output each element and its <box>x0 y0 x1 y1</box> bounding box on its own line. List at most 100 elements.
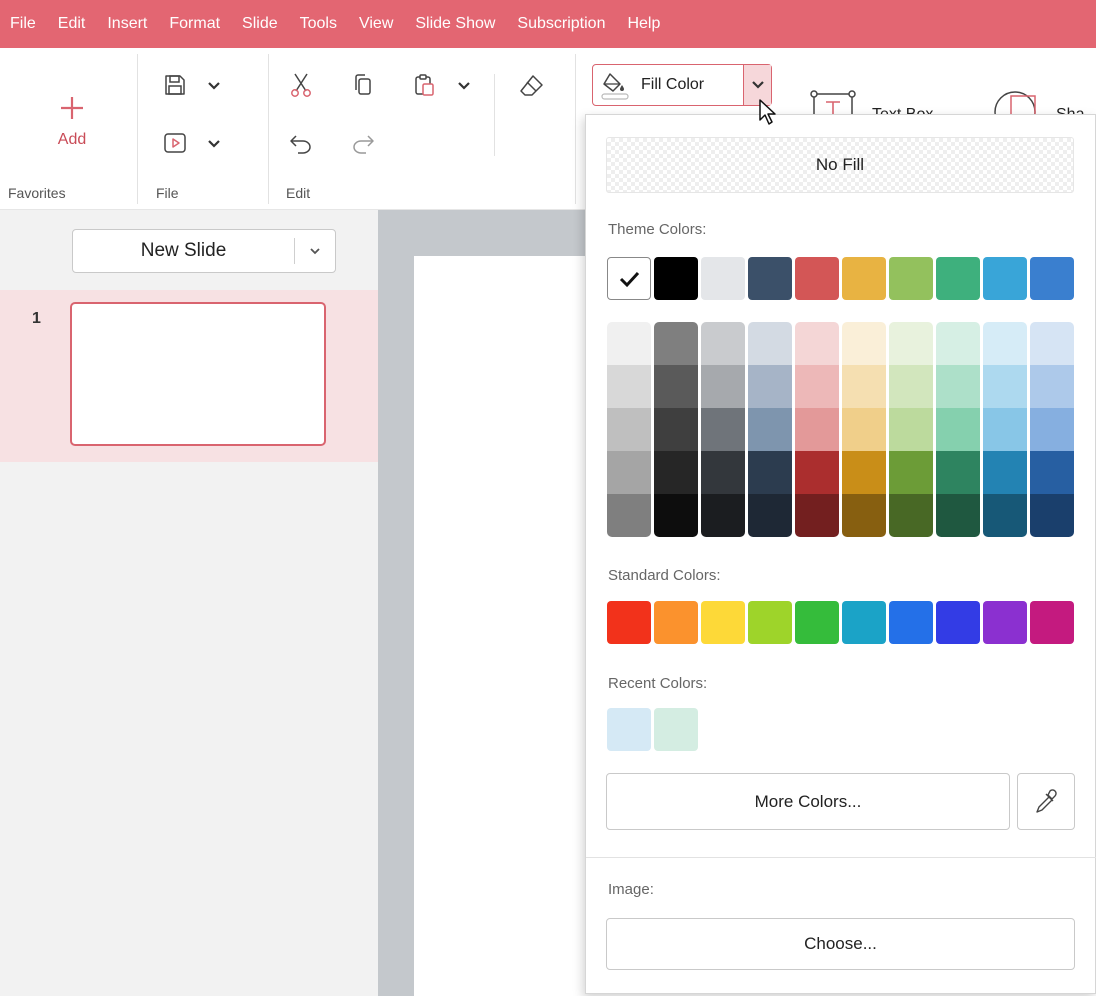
paste-options-dropdown[interactable] <box>454 76 474 96</box>
shade-color-swatch[interactable] <box>1030 365 1074 408</box>
shade-color-swatch[interactable] <box>607 451 651 494</box>
menu-help[interactable]: Help <box>627 15 660 33</box>
cut-button[interactable] <box>286 70 316 100</box>
shade-color-swatch[interactable] <box>795 494 839 537</box>
theme-color-swatch[interactable] <box>701 257 745 300</box>
save-button[interactable] <box>160 70 190 100</box>
shade-color-swatch[interactable] <box>936 365 980 408</box>
menu-edit[interactable]: Edit <box>58 15 86 33</box>
slide-thumbnail[interactable] <box>70 302 326 446</box>
new-slide-button[interactable]: New Slide <box>72 229 336 273</box>
shade-color-swatch[interactable] <box>1030 451 1074 494</box>
theme-color-swatch[interactable] <box>983 257 1027 300</box>
shade-color-swatch[interactable] <box>748 494 792 537</box>
shade-color-swatch[interactable] <box>701 365 745 408</box>
recent-color-swatch[interactable] <box>607 708 651 751</box>
shade-color-swatch[interactable] <box>654 451 698 494</box>
shade-color-swatch[interactable] <box>701 408 745 451</box>
shade-color-swatch[interactable] <box>842 494 886 537</box>
eyedropper-button[interactable] <box>1017 773 1075 830</box>
shade-color-swatch[interactable] <box>983 365 1027 408</box>
undo-button[interactable] <box>286 128 316 158</box>
shade-color-swatch[interactable] <box>701 494 745 537</box>
theme-color-swatch[interactable] <box>842 257 886 300</box>
shade-color-swatch[interactable] <box>983 451 1027 494</box>
standard-color-swatch[interactable] <box>936 601 980 644</box>
standard-color-swatch[interactable] <box>607 601 651 644</box>
shade-color-swatch[interactable] <box>748 451 792 494</box>
theme-color-swatch[interactable] <box>607 257 651 300</box>
shade-color-swatch[interactable] <box>795 451 839 494</box>
new-slide-layout-dropdown[interactable] <box>295 247 335 255</box>
recent-color-swatch[interactable] <box>654 708 698 751</box>
menu-view[interactable]: View <box>359 15 393 33</box>
menu-file[interactable]: File <box>10 15 36 33</box>
shade-color-swatch[interactable] <box>936 494 980 537</box>
shade-color-swatch[interactable] <box>842 451 886 494</box>
standard-color-swatch[interactable] <box>889 601 933 644</box>
menu-tools[interactable]: Tools <box>300 15 337 33</box>
shade-color-swatch[interactable] <box>1030 322 1074 365</box>
present-options-dropdown[interactable] <box>204 134 224 154</box>
theme-color-swatch[interactable] <box>748 257 792 300</box>
shade-color-swatch[interactable] <box>889 365 933 408</box>
shade-color-swatch[interactable] <box>936 451 980 494</box>
shade-color-swatch[interactable] <box>842 322 886 365</box>
shade-color-swatch[interactable] <box>842 365 886 408</box>
theme-color-swatch[interactable] <box>936 257 980 300</box>
shade-color-swatch[interactable] <box>748 408 792 451</box>
shade-color-swatch[interactable] <box>842 408 886 451</box>
theme-color-swatch[interactable] <box>654 257 698 300</box>
theme-color-swatch[interactable] <box>889 257 933 300</box>
shade-color-swatch[interactable] <box>889 322 933 365</box>
shade-color-swatch[interactable] <box>936 408 980 451</box>
shade-color-swatch[interactable] <box>654 494 698 537</box>
standard-color-swatch[interactable] <box>842 601 886 644</box>
standard-color-swatch[interactable] <box>701 601 745 644</box>
theme-color-swatch[interactable] <box>1030 257 1074 300</box>
shade-color-swatch[interactable] <box>983 408 1027 451</box>
shade-color-swatch[interactable] <box>795 322 839 365</box>
no-fill-button[interactable]: No Fill <box>606 137 1074 193</box>
standard-color-swatch[interactable] <box>795 601 839 644</box>
standard-color-swatch[interactable] <box>1030 601 1074 644</box>
redo-button[interactable] <box>348 128 378 158</box>
shade-color-swatch[interactable] <box>889 451 933 494</box>
standard-color-swatch[interactable] <box>748 601 792 644</box>
fill-color-apply[interactable]: Fill Color <box>593 65 743 105</box>
shade-color-swatch[interactable] <box>607 408 651 451</box>
shade-color-swatch[interactable] <box>654 408 698 451</box>
more-colors-button[interactable]: More Colors... <box>606 773 1010 830</box>
shade-color-swatch[interactable] <box>983 322 1027 365</box>
shade-color-swatch[interactable] <box>607 494 651 537</box>
shade-color-swatch[interactable] <box>795 408 839 451</box>
shade-color-swatch[interactable] <box>607 322 651 365</box>
shade-color-swatch[interactable] <box>889 408 933 451</box>
menu-subscription[interactable]: Subscription <box>517 15 605 33</box>
shade-color-swatch[interactable] <box>983 494 1027 537</box>
standard-color-swatch[interactable] <box>983 601 1027 644</box>
shade-color-swatch[interactable] <box>889 494 933 537</box>
shade-color-swatch[interactable] <box>607 365 651 408</box>
theme-color-swatch[interactable] <box>795 257 839 300</box>
present-button[interactable] <box>160 128 190 158</box>
shade-color-swatch[interactable] <box>748 322 792 365</box>
shade-color-swatch[interactable] <box>1030 408 1074 451</box>
menu-slide-show[interactable]: Slide Show <box>415 15 495 33</box>
menu-format[interactable]: Format <box>169 15 220 33</box>
shade-color-swatch[interactable] <box>936 322 980 365</box>
paste-button[interactable] <box>410 70 440 100</box>
shade-color-swatch[interactable] <box>795 365 839 408</box>
shade-color-swatch[interactable] <box>701 322 745 365</box>
choose-image-button[interactable]: Choose... <box>606 918 1075 970</box>
add-favorite-button[interactable]: Add <box>44 86 100 158</box>
copy-button[interactable] <box>348 70 378 100</box>
standard-color-swatch[interactable] <box>654 601 698 644</box>
save-options-dropdown[interactable] <box>204 76 224 96</box>
clear-formatting-button[interactable] <box>516 70 548 100</box>
shade-color-swatch[interactable] <box>654 322 698 365</box>
menu-insert[interactable]: Insert <box>107 15 147 33</box>
shade-color-swatch[interactable] <box>701 451 745 494</box>
shade-color-swatch[interactable] <box>748 365 792 408</box>
menu-slide[interactable]: Slide <box>242 15 278 33</box>
